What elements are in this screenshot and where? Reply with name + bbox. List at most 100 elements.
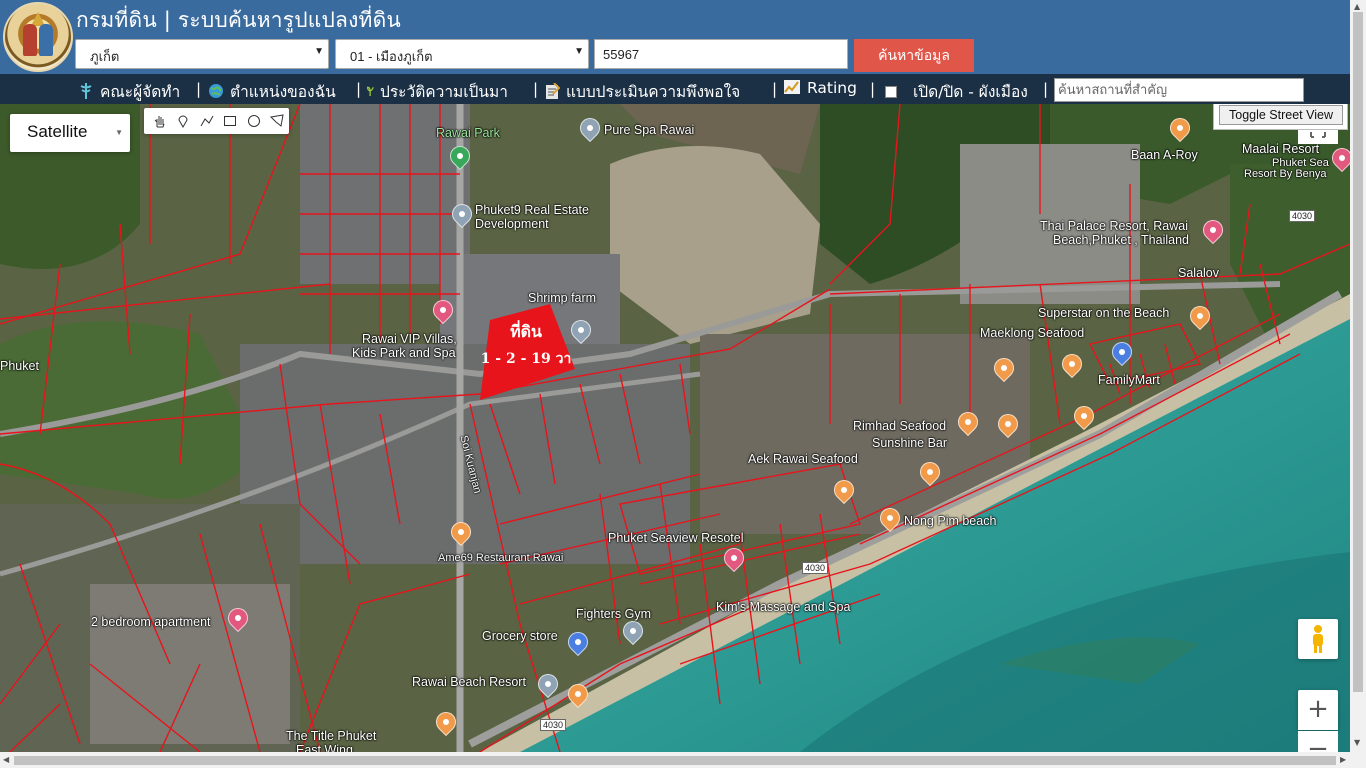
poi-label[interactable]: Ame69 Restaurant Rawai: [438, 551, 563, 565]
poi-label[interactable]: Aek Rawai Seafood: [748, 452, 858, 466]
poi-label[interactable]: Resort By Benya: [1244, 167, 1327, 181]
marker-tool-icon[interactable]: [172, 110, 196, 132]
nav-item-label: Rating: [807, 79, 857, 97]
nav-separator: |: [870, 80, 876, 98]
polyline-tool-icon[interactable]: [195, 110, 219, 132]
district-select-value: 01 - เมืองภูเก็ต: [350, 49, 433, 64]
poi-label[interactable]: Salalov: [1178, 266, 1219, 280]
province-select[interactable]: ภูเก็ต ▼: [75, 39, 329, 69]
scroll-down-icon[interactable]: ▼: [1354, 738, 1360, 747]
poi-label[interactable]: Beach,Phuket , Thailand: [1053, 233, 1189, 247]
toggle-street-view-button[interactable]: Toggle Street View: [1219, 105, 1343, 125]
street-view-toggle-panel: Toggle Street View: [1213, 104, 1348, 130]
poi-label[interactable]: Pure Spa Rawai: [604, 123, 694, 137]
poi-label[interactable]: Sunshine Bar: [872, 436, 947, 450]
parcel-number-input[interactable]: [594, 39, 848, 69]
poi-label[interactable]: Maalai Resort: [1242, 142, 1319, 156]
poi-label[interactable]: Rimhad Seafood: [853, 419, 946, 433]
satellite-imagery: [0, 104, 1350, 752]
poi-label[interactable]: The Title Phuket: [286, 729, 376, 743]
poi-label[interactable]: Rawai Park: [436, 126, 500, 140]
fullscreen-button[interactable]: [1298, 128, 1338, 144]
horizontal-scroll-thumb[interactable]: [14, 756, 1336, 765]
poi-label[interactable]: Grocery store: [482, 629, 558, 643]
poi-label[interactable]: Thai Palace Resort, Rawai: [1040, 219, 1188, 233]
poi-label[interactable]: Kids Park and Spa: [352, 346, 456, 360]
nav-item-label: ประวัติความเป็นมา: [380, 83, 508, 101]
checkbox-icon[interactable]: [885, 86, 897, 98]
search-button[interactable]: ค้นหาข้อมูล: [854, 39, 974, 72]
globe-icon: [209, 84, 223, 98]
fullscreen-icon: [1310, 132, 1326, 138]
poi-label[interactable]: Kim's Massage and Spa: [716, 600, 850, 614]
nav-separator: |: [533, 80, 539, 98]
sprout-icon: [367, 86, 374, 96]
clipboard-icon: [546, 83, 560, 99]
nav-item-city-plan-toggle[interactable]: เปิด/ปิด - ผังเมือง: [885, 79, 1028, 104]
zoom-out-button[interactable]: −: [1298, 731, 1338, 752]
caduceus-icon: [80, 83, 92, 99]
poi-label[interactable]: FamilyMart: [1098, 373, 1160, 387]
chart-icon: [784, 80, 800, 94]
vertical-scroll-thumb[interactable]: [1353, 12, 1363, 692]
nav-item-my-location[interactable]: ตำแหน่งของฉัน: [208, 79, 336, 104]
department-logo: [3, 2, 73, 72]
chevron-down-icon: ▼: [115, 128, 123, 137]
poi-label[interactable]: Shrimp farm: [528, 291, 596, 305]
parcel-title: ที่ดิน: [510, 322, 542, 341]
poi-label[interactable]: Phuket9 Real Estate: [475, 203, 589, 217]
nav-item-history[interactable]: ประวัติความเป็นมา: [367, 79, 508, 104]
district-select[interactable]: 01 - เมืองภูเก็ต ▼: [335, 39, 589, 69]
nav-separator: |: [196, 80, 202, 98]
nav-item-rating[interactable]: Rating: [783, 79, 857, 97]
vertical-scrollbar[interactable]: ▲ ▼: [1350, 0, 1366, 752]
road-shield: 4030: [802, 562, 829, 574]
horizontal-scrollbar[interactable]: ◀ ▶: [0, 752, 1366, 768]
zoom-in-button[interactable]: +: [1298, 690, 1338, 730]
poi-label[interactable]: Superstar on the Beach: [1038, 306, 1169, 320]
poi-label[interactable]: 2 bedroom apartment: [91, 615, 211, 629]
province-select-value: ภูเก็ต: [90, 49, 120, 64]
nav-item-label: คณะผู้จัดทำ: [100, 83, 181, 101]
poi-label[interactable]: Development: [475, 217, 549, 231]
map-type-label: Satellite: [27, 122, 88, 141]
parcel-area: 1 - 2 - 19 วา: [480, 351, 572, 367]
chevron-down-icon: ▼: [314, 46, 324, 57]
nav-item-label: แบบประเมินความพึงพอใจ: [566, 83, 741, 101]
poi-label[interactable]: East Wing: [296, 743, 353, 752]
road-shield: 4030: [540, 719, 567, 731]
road-shield: 4030: [1289, 210, 1316, 222]
app-header: กรมที่ดิน | ระบบค้นหารูปแปลงที่ดิน ภูเก็…: [0, 0, 1350, 74]
poi-label[interactable]: Phuket Seaview Resotel: [608, 531, 744, 545]
nav-item-satisfaction-survey[interactable]: แบบประเมินความพึงพอใจ: [544, 79, 740, 104]
scroll-up-icon[interactable]: ▲: [1354, 2, 1360, 11]
nav-separator: |: [772, 80, 778, 98]
page-title: กรมที่ดิน | ระบบค้นหารูปแปลงที่ดิน: [76, 8, 401, 32]
scroll-left-icon[interactable]: ◀: [3, 755, 9, 764]
place-search-input[interactable]: [1054, 78, 1304, 102]
poi-label[interactable]: Rawai VIP Villas,: [362, 332, 457, 346]
scroll-right-icon[interactable]: ▶: [1340, 755, 1346, 764]
nav-separator: |: [1043, 80, 1049, 98]
nav-item-label: ตำแหน่งของฉัน: [230, 83, 336, 101]
nav-item-label: เปิด/ปิด - ผังเมือง: [913, 83, 1028, 101]
hand-pan-icon[interactable]: [148, 110, 172, 132]
drawing-toolbar: [144, 108, 289, 134]
street-view-pegman[interactable]: [1298, 619, 1338, 659]
pegman-icon: [1313, 625, 1323, 653]
parcel-label: ที่ดิน 1 - 2 - 19 วา: [474, 320, 578, 370]
poi-label[interactable]: Maeklong Seafood: [980, 326, 1084, 340]
poi-label[interactable]: Nong Pim beach: [904, 514, 996, 528]
nav-separator: |: [356, 80, 362, 98]
nav-item-credits[interactable]: คณะผู้จัดทำ: [78, 79, 180, 104]
chevron-down-icon: ▼: [574, 46, 584, 57]
map-view[interactable]: ที่ดิน 1 - 2 - 19 วา Rawai Park Pure Spa…: [0, 104, 1350, 752]
map-type-selector[interactable]: Satellite ▼: [10, 114, 130, 152]
rectangle-tool-icon[interactable]: [219, 110, 243, 132]
poi-label[interactable]: Fighters Gym: [576, 607, 651, 621]
circle-tool-icon[interactable]: [242, 110, 266, 132]
polygon-tool-icon[interactable]: [266, 110, 290, 132]
poi-label[interactable]: Rawai Beach Resort: [412, 675, 526, 689]
poi-label[interactable]: Baan A-Roy: [1131, 148, 1198, 162]
poi-label[interactable]: Phuket: [0, 359, 39, 373]
